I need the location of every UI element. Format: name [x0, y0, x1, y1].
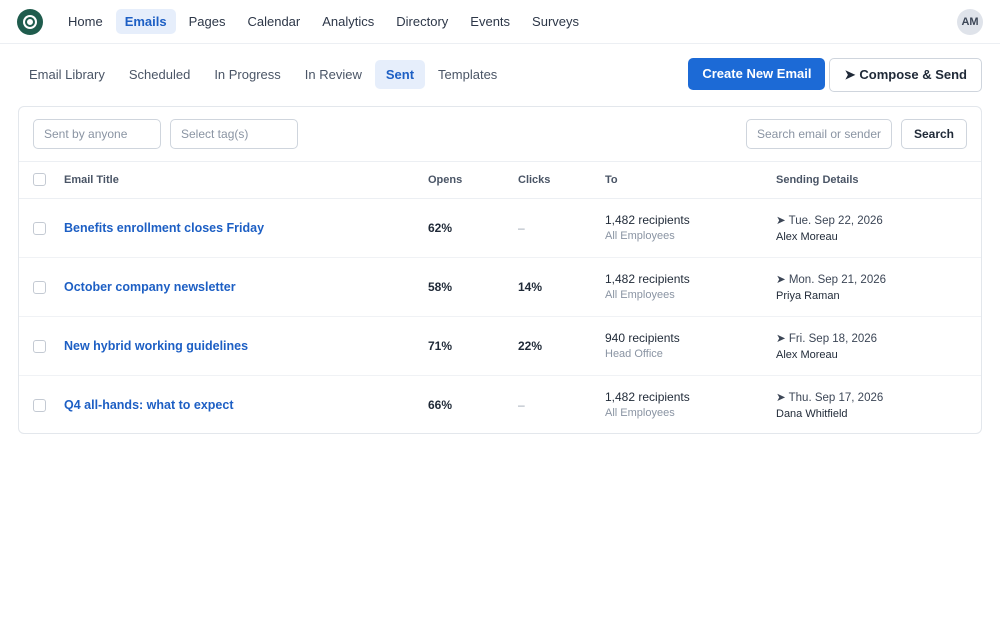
email-subbar: Email Library Scheduled In Progress In R…	[0, 44, 1000, 105]
opens-value: 71%	[428, 338, 453, 353]
tag-filter[interactable]	[170, 119, 298, 149]
header-opens[interactable]: Opens	[428, 162, 518, 199]
audience-label: Head Office	[605, 348, 663, 360]
audience-label: All Employees	[605, 289, 675, 301]
row-checkbox[interactable]	[33, 339, 46, 353]
header-to[interactable]: To	[605, 162, 776, 199]
sender-name: Priya Raman	[776, 289, 840, 302]
table-row: New hybrid working guidelines 71% 22% 94…	[19, 316, 981, 376]
table-row: Q4 all-hands: what to expect 66% – 1,482…	[19, 375, 981, 434]
recipient-count: 940 recipients	[605, 331, 680, 345]
recipient-count: 1,482 recipients	[605, 272, 690, 286]
nav-item-events[interactable]: Events	[461, 9, 519, 34]
opens-value: 62%	[428, 220, 453, 235]
clicks-value: –	[518, 220, 525, 235]
sender-name: Dana Whitfield	[776, 407, 848, 420]
search-group: Search	[745, 119, 967, 149]
sender-name: Alex Moreau	[776, 230, 838, 243]
row-checkbox[interactable]	[33, 221, 46, 235]
main-nav: Home Emails Pages Calendar Analytics Dir…	[59, 9, 588, 34]
tab-scheduled[interactable]: Scheduled	[118, 60, 201, 89]
send-date: ➤ Mon. Sep 21, 2026	[776, 273, 887, 286]
send-date: ➤ Tue. Sep 22, 2026	[776, 214, 883, 227]
logo-icon[interactable]	[17, 8, 43, 35]
compose-send-button[interactable]: ➤ Compose & Send	[829, 57, 982, 92]
opens-value: 58%	[428, 279, 453, 294]
opens-value: 66%	[428, 397, 453, 412]
search-button[interactable]: Search	[900, 119, 967, 149]
email-title-link[interactable]: October company newsletter	[64, 280, 236, 294]
search-input[interactable]	[745, 119, 892, 149]
email-tabs: Email Library Scheduled In Progress In R…	[18, 60, 508, 89]
sent-by-filter[interactable]	[33, 119, 161, 149]
nav-item-pages[interactable]: Pages	[180, 9, 235, 34]
nav-item-emails[interactable]: Emails	[115, 9, 176, 34]
email-title-link[interactable]: Q4 all-hands: what to expect	[64, 398, 233, 412]
recipient-count: 1,482 recipients	[605, 390, 690, 405]
row-checkbox[interactable]	[33, 398, 46, 412]
header-actions: Create New Email ➤ Compose & Send	[688, 57, 982, 92]
user-avatar[interactable]: AM	[957, 8, 983, 35]
create-new-email-button[interactable]: Create New Email	[688, 57, 826, 90]
clicks-value: 22%	[518, 338, 543, 353]
audience-label: All Employees	[605, 230, 675, 242]
table-header-row: Email Title Opens Clicks To Sending Deta…	[19, 162, 981, 199]
header-email-title[interactable]: Email Title	[64, 162, 428, 199]
select-all-checkbox[interactable]	[33, 173, 46, 187]
tab-sent[interactable]: Sent	[374, 60, 426, 89]
nav-item-home[interactable]: Home	[59, 9, 112, 34]
tab-in-review[interactable]: In Review	[294, 60, 373, 89]
send-date: ➤ Thu. Sep 17, 2026	[776, 391, 884, 404]
nav-item-analytics[interactable]: Analytics	[313, 9, 383, 34]
clicks-value: –	[518, 397, 525, 412]
tab-email-library[interactable]: Email Library	[18, 60, 116, 89]
tab-templates[interactable]: Templates	[427, 60, 508, 89]
header-sending-details[interactable]: Sending Details	[776, 162, 981, 199]
send-arrow-icon: ➤	[844, 66, 856, 82]
filter-bar: Search	[19, 107, 981, 162]
audience-label: All Employees	[605, 407, 675, 420]
send-date: ➤ Fri. Sep 18, 2026	[776, 332, 878, 345]
header-checkbox-cell	[19, 162, 64, 199]
recipient-count: 1,482 recipients	[605, 213, 690, 227]
compose-send-label: Compose & Send	[859, 67, 967, 82]
row-checkbox[interactable]	[33, 280, 46, 294]
nav-item-directory[interactable]: Directory	[387, 9, 457, 34]
nav-item-calendar[interactable]: Calendar	[238, 9, 309, 34]
sender-name: Alex Moreau	[776, 348, 838, 361]
top-navigation: Home Emails Pages Calendar Analytics Dir…	[0, 0, 1000, 44]
email-title-link[interactable]: Benefits enrollment closes Friday	[64, 221, 264, 235]
table-row: October company newsletter 58% 14% 1,482…	[19, 257, 981, 317]
email-title-link[interactable]: New hybrid working guidelines	[64, 339, 248, 353]
clicks-value: 14%	[518, 279, 543, 294]
sent-emails-card: Search Email Title Opens Clicks To Sendi…	[18, 106, 982, 434]
nav-item-surveys[interactable]: Surveys	[523, 9, 588, 34]
sent-emails-table: Email Title Opens Clicks To Sending Deta…	[19, 162, 981, 434]
table-row: Benefits enrollment closes Friday 62% – …	[19, 198, 981, 258]
tab-in-progress[interactable]: In Progress	[203, 60, 291, 89]
header-clicks[interactable]: Clicks	[518, 162, 605, 199]
